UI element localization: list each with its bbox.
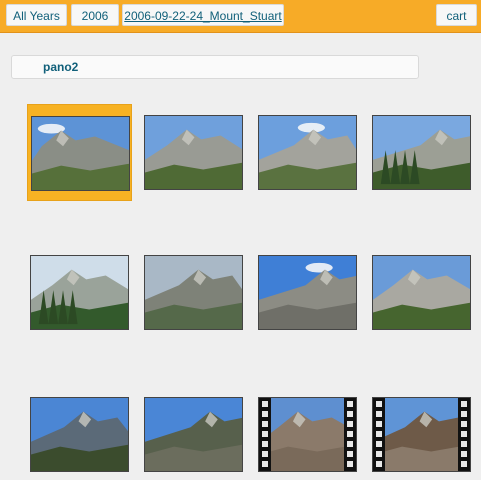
album-title-field: pano2 bbox=[11, 55, 419, 79]
thumbnail-image bbox=[372, 255, 471, 330]
photo-thumbnail[interactable] bbox=[372, 115, 471, 190]
photo-thumbnail[interactable] bbox=[144, 255, 243, 330]
breadcrumb-all-years[interactable]: All Years bbox=[6, 4, 67, 26]
thumbnail-image bbox=[372, 397, 471, 472]
film-strip-right bbox=[458, 398, 470, 471]
top-navigation-bar: All Years 2006 2006-09-22-24_Mount_Stuar… bbox=[0, 0, 481, 33]
thumbnail-image bbox=[258, 115, 357, 190]
photo-thumbnail[interactable] bbox=[258, 255, 357, 330]
thumbnail-image bbox=[258, 397, 357, 472]
cart-button[interactable]: cart bbox=[436, 4, 477, 26]
thumbnail-image bbox=[144, 115, 243, 190]
photo-thumbnail[interactable] bbox=[27, 104, 132, 201]
photo-thumbnail[interactable] bbox=[30, 397, 129, 472]
photo-thumbnail[interactable] bbox=[144, 115, 243, 190]
thumbnail-image bbox=[30, 397, 129, 472]
video-thumbnail[interactable] bbox=[372, 397, 471, 472]
breadcrumb-album[interactable]: 2006-09-22-24_Mount_Stuart bbox=[122, 4, 284, 26]
film-strip-right bbox=[344, 398, 356, 471]
breadcrumb-year[interactable]: 2006 bbox=[71, 4, 119, 26]
thumbnail-image bbox=[30, 255, 129, 330]
thumbnail-image bbox=[31, 116, 130, 191]
video-thumbnail[interactable] bbox=[258, 397, 357, 472]
film-strip-left bbox=[259, 398, 271, 471]
photo-thumbnail[interactable] bbox=[30, 255, 129, 330]
thumbnail-image bbox=[144, 255, 243, 330]
thumbnail-image bbox=[258, 255, 357, 330]
photo-thumbnail[interactable] bbox=[144, 397, 243, 472]
thumbnail-image bbox=[372, 115, 471, 190]
photo-thumbnail[interactable] bbox=[372, 255, 471, 330]
photo-thumbnail[interactable] bbox=[258, 115, 357, 190]
film-strip-left bbox=[373, 398, 385, 471]
thumbnail-image bbox=[144, 397, 243, 472]
album-name: pano2 bbox=[43, 60, 79, 74]
